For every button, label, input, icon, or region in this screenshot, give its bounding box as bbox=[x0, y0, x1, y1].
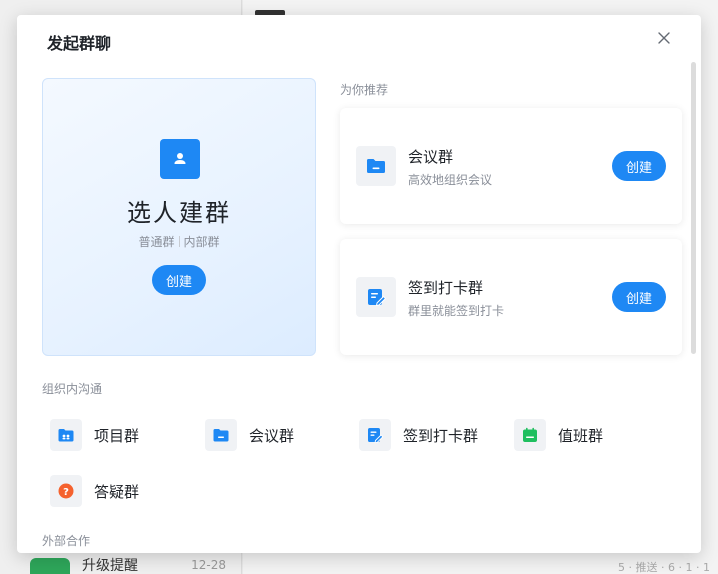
select-people-title: 选人建群 bbox=[127, 199, 231, 227]
svg-text:?: ? bbox=[63, 487, 69, 498]
internal-item-duty[interactable]: 值班群 bbox=[514, 418, 603, 452]
recommend-desc: 群里就能签到打卡 bbox=[408, 304, 505, 318]
internal-item-label: 答疑群 bbox=[94, 482, 140, 501]
tag-divider bbox=[178, 236, 180, 247]
create-button[interactable]: 创建 bbox=[152, 265, 206, 295]
scrollbar[interactable] bbox=[691, 62, 696, 354]
select-people-card[interactable]: 选人建群 普通群 内部群 创建 bbox=[42, 78, 316, 356]
internal-item-label: 会议群 bbox=[249, 426, 295, 445]
internal-item-project[interactable]: 项目群 bbox=[50, 418, 139, 452]
internal-item-checkin[interactable]: 签到打卡群 bbox=[359, 418, 478, 452]
internal-item-label: 签到打卡群 bbox=[403, 426, 479, 445]
question-icon: ? bbox=[50, 475, 82, 507]
recommend-name: 会议群 bbox=[408, 148, 454, 166]
tag-internal-group: 内部群 bbox=[183, 235, 220, 249]
close-icon bbox=[658, 32, 670, 44]
project-folder-icon bbox=[50, 419, 82, 451]
recommend-card-meeting[interactable]: 会议群 高效地组织会议 创建 bbox=[340, 108, 682, 224]
folder-icon bbox=[205, 419, 237, 451]
chat-item-time: 12-28 bbox=[191, 558, 226, 572]
internal-item-qa[interactable]: ? 答疑群 bbox=[50, 474, 139, 508]
external-label: 外部合作 bbox=[42, 534, 91, 548]
create-meeting-group-button[interactable]: 创建 bbox=[612, 151, 666, 181]
recommend-desc: 高效地组织会议 bbox=[408, 173, 493, 187]
chat-avatar-icon bbox=[30, 558, 70, 574]
recommend-name: 签到打卡群 bbox=[408, 279, 484, 297]
calendar-icon bbox=[514, 419, 546, 451]
close-button[interactable] bbox=[655, 29, 673, 47]
recommend-label: 为你推荐 bbox=[340, 83, 389, 97]
chat-item-title: 升级提醒 bbox=[82, 558, 138, 574]
edit-icon bbox=[359, 419, 391, 451]
dialog-title: 发起群聊 bbox=[47, 34, 112, 53]
background-right-hint: 5 · 推送 · 6 · 1 · 1 bbox=[618, 561, 710, 574]
internal-item-meeting[interactable]: 会议群 bbox=[205, 418, 294, 452]
background-chat-item: 升级提醒 12-28 bbox=[30, 558, 240, 574]
edit-icon bbox=[356, 277, 396, 317]
internal-item-label: 项目群 bbox=[94, 426, 140, 445]
recommend-card-checkin[interactable]: 签到打卡群 群里就能签到打卡 创建 bbox=[340, 239, 682, 355]
create-checkin-group-button[interactable]: 创建 bbox=[612, 282, 666, 312]
internal-item-label: 值班群 bbox=[558, 426, 604, 445]
internal-label: 组织内沟通 bbox=[42, 382, 103, 396]
group-type-tags: 普通群 内部群 bbox=[43, 233, 315, 250]
tag-normal-group: 普通群 bbox=[138, 235, 175, 249]
person-icon bbox=[160, 139, 200, 179]
folder-icon bbox=[356, 146, 396, 186]
start-group-chat-dialog: 发起群聊 选人建群 普通群 内部群 创建 为你推荐 会议群 高效地组织会议 创建… bbox=[17, 15, 701, 553]
